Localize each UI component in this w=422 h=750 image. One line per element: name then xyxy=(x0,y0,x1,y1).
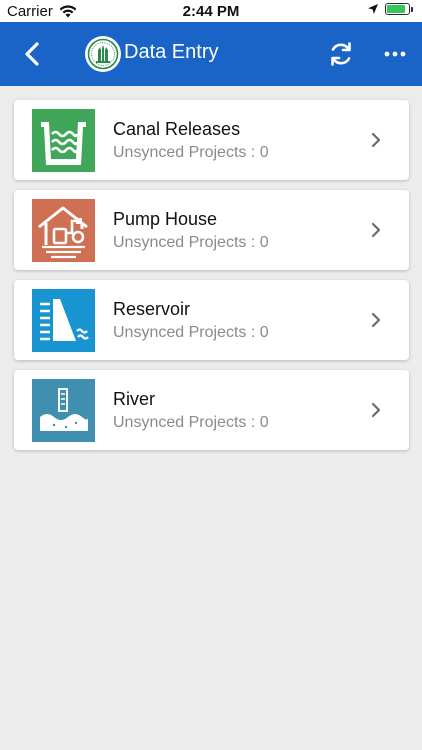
reservoir-icon xyxy=(32,289,95,352)
list-item-reservoir[interactable]: Reservoir Unsynced Projects : 0 xyxy=(14,280,409,360)
chevron-right-icon xyxy=(371,402,381,418)
list-item-canal-releases[interactable]: Canal Releases Unsynced Projects : 0 xyxy=(14,100,409,180)
canal-icon xyxy=(32,109,95,172)
more-dots-icon[interactable] xyxy=(383,42,407,66)
river-icon xyxy=(32,379,95,442)
item-subtitle: Unsynced Projects : 0 xyxy=(113,324,269,341)
back-chevron-icon[interactable] xyxy=(18,39,48,69)
status-right xyxy=(367,3,413,15)
battery-level xyxy=(387,5,405,13)
battery-charging-icon xyxy=(385,3,410,15)
status-bar: Carrier 2:44 PM xyxy=(0,0,422,22)
emblem-logo-icon xyxy=(85,36,121,72)
location-arrow-icon xyxy=(368,4,378,14)
item-title: Canal Releases xyxy=(113,119,241,139)
status-time: 2:44 PM xyxy=(182,3,240,20)
app-bar: Data Entry xyxy=(0,22,422,86)
chevron-right-icon xyxy=(371,132,381,148)
pump-house-icon xyxy=(32,199,95,262)
list-item-river[interactable]: River Unsynced Projects : 0 xyxy=(14,370,409,450)
page-title: Data Entry xyxy=(124,41,219,63)
item-title: Reservoir xyxy=(113,299,191,319)
sync-icon[interactable] xyxy=(328,40,354,68)
item-subtitle: Unsynced Projects : 0 xyxy=(113,414,269,431)
item-subtitle: Unsynced Projects : 0 xyxy=(113,144,269,161)
list-item-pump-house[interactable]: Pump House Unsynced Projects : 0 xyxy=(14,190,409,270)
chevron-right-icon xyxy=(371,222,381,238)
chevron-right-icon xyxy=(371,312,381,328)
item-title: Pump House xyxy=(113,209,218,229)
data-entry-list: Canal Releases Unsynced Projects : 0 Pum… xyxy=(14,100,409,460)
item-subtitle: Unsynced Projects : 0 xyxy=(113,234,269,251)
item-title: River xyxy=(113,389,156,409)
battery-tip xyxy=(411,6,413,12)
